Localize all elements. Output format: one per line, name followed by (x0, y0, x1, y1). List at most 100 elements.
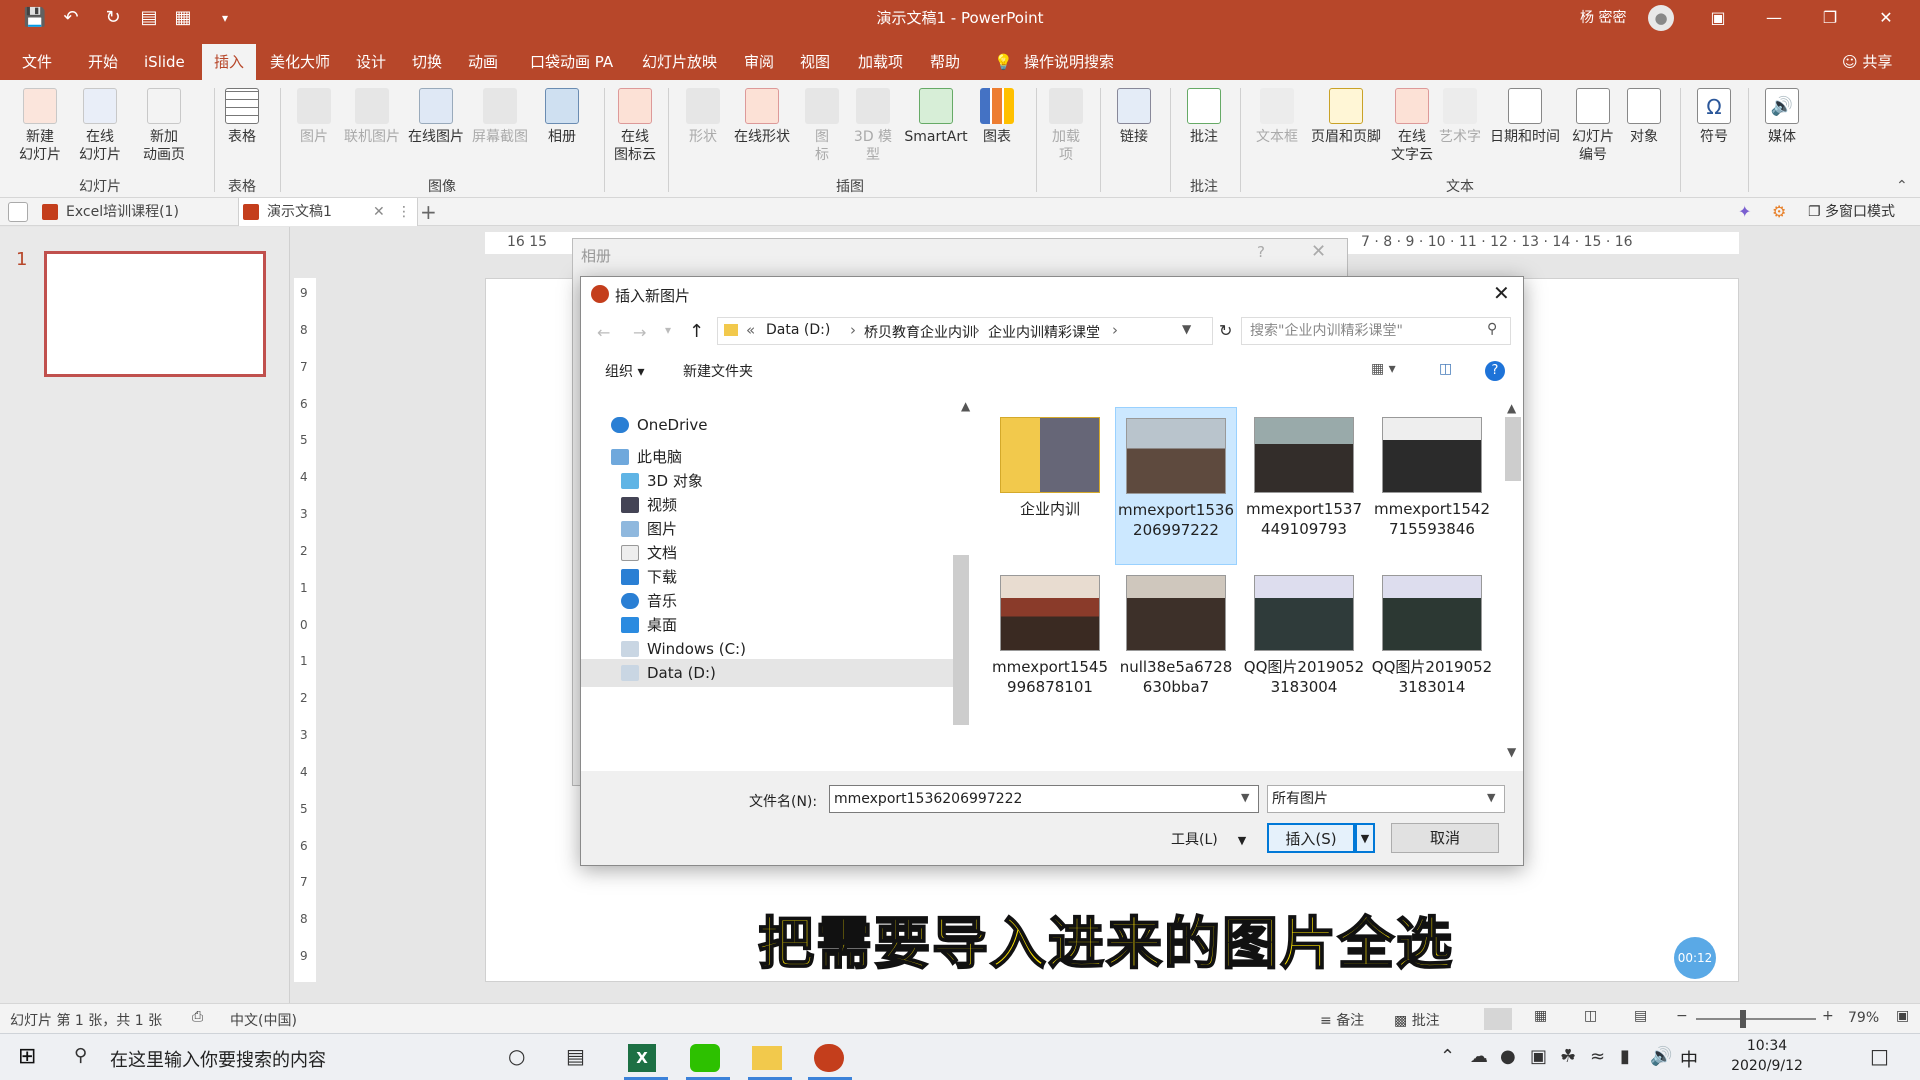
close-icon[interactable]: ✕ (1858, 0, 1914, 36)
recent-dropdown-icon[interactable]: ▾ (665, 323, 671, 337)
tab-slideshow[interactable]: 幻灯片放映 (636, 44, 723, 80)
file-item[interactable]: mmexport1537449109793 (1243, 417, 1365, 539)
notification-icon[interactable]: □ (1870, 1044, 1889, 1068)
symbol-button[interactable]: Ω 符号 (1690, 88, 1738, 146)
file-item[interactable]: mmexport1542715593846 (1371, 417, 1493, 539)
close-icon[interactable]: ✕ (1493, 281, 1510, 305)
tab-review[interactable]: 审阅 (738, 44, 780, 80)
screenshot-button[interactable]: 屏幕截图 (468, 88, 532, 146)
file-item[interactable]: null38e5a6728630bba7 (1115, 575, 1237, 697)
help-icon[interactable]: ? (1485, 361, 1505, 381)
scroll-down-icon[interactable]: ▼ (1507, 745, 1516, 759)
comments-button[interactable]: ▩ 批注 (1394, 1010, 1440, 1030)
slideshow-icon[interactable]: ▤ (1634, 1008, 1647, 1024)
online-icon-button[interactable]: 在线 图标云 (612, 88, 658, 164)
clock-time[interactable]: 10:34 (1722, 1038, 1812, 1054)
addins-button[interactable]: 加载 项 (1044, 88, 1088, 164)
zoom-level[interactable]: 79% (1848, 1010, 1879, 1026)
online-slide-button[interactable]: 在线 幻灯片 (70, 88, 130, 164)
tab-view[interactable]: 视图 (794, 44, 836, 80)
powerpoint-taskbar-icon[interactable] (814, 1044, 844, 1072)
excel-icon[interactable]: X (628, 1044, 656, 1072)
help-icon[interactable]: ? (1257, 243, 1265, 261)
new-folder-button[interactable]: 新建文件夹 (683, 361, 753, 381)
tree-onedrive[interactable]: OneDrive (581, 411, 708, 439)
tab-beautify[interactable]: 美化大师 (264, 44, 336, 80)
zoom-slider-thumb[interactable] (1740, 1010, 1747, 1028)
organize-button[interactable]: 组织 ▾ (605, 361, 644, 381)
smartart-button[interactable]: SmartArt (900, 88, 972, 146)
tab-design[interactable]: 设计 (350, 44, 392, 80)
clock-date[interactable]: 2020/9/12 (1722, 1058, 1812, 1074)
tab-islide[interactable]: iSlide (138, 44, 191, 80)
collapse-ribbon-icon[interactable]: ⌃ (1896, 178, 1908, 194)
insert-button[interactable]: 插入(S) (1267, 823, 1355, 853)
online-picture-button[interactable]: 在线图片 (404, 88, 468, 146)
taskbar-search-input[interactable]: 在这里输入你要搜索的内容 (110, 1046, 326, 1072)
tell-me-search[interactable]: 操作说明搜索 (1018, 44, 1120, 80)
share-button[interactable]: ☺ 共享 (1836, 44, 1898, 80)
new-slide-button[interactable]: 新建 幻灯片 (10, 88, 70, 164)
tree-scrollbar[interactable] (953, 555, 969, 725)
ribbon-display-icon[interactable]: ▣ (1690, 0, 1746, 36)
close-icon[interactable]: ✕ (1311, 241, 1326, 262)
new-tab-icon[interactable]: + (420, 198, 437, 226)
preview-pane-icon[interactable]: ◫ (1439, 361, 1452, 377)
home-tab-icon[interactable] (8, 202, 28, 222)
tools-button[interactable]: 工具(L) ▼ (1171, 829, 1246, 849)
tab-insert[interactable]: 插入 (202, 44, 257, 80)
windows-start-icon[interactable]: ⊞ (18, 1044, 36, 1069)
normal-view-icon[interactable] (1484, 1008, 1512, 1030)
qq-icon[interactable]: ☘ (1560, 1046, 1576, 1067)
table-button[interactable]: 表格 (218, 88, 266, 146)
chart-button[interactable]: 图表 (974, 88, 1020, 146)
tab-menu-icon[interactable]: ⋮ (397, 198, 411, 226)
tree-drive-d[interactable]: Data (D:) (581, 659, 955, 687)
refresh-icon[interactable]: ↻ (1219, 321, 1232, 340)
cloud-icon[interactable]: ☁ (1470, 1046, 1488, 1067)
shape-button[interactable]: 形状 (680, 88, 726, 146)
file-item-folder[interactable]: 企业内训 (989, 417, 1111, 519)
view-options-icon[interactable]: ▦ ▾ (1371, 361, 1396, 377)
slide-number-button[interactable]: 幻灯片 编号 (1566, 88, 1620, 164)
wechat-icon[interactable] (690, 1044, 720, 1072)
gear-icon[interactable]: ⚙ (1772, 202, 1792, 222)
multi-window-button[interactable]: ❐ 多窗口模式 (1808, 198, 1895, 226)
comment-button[interactable]: 批注 (1180, 88, 1228, 146)
tray-app-icon[interactable]: ▣ (1530, 1046, 1547, 1067)
tab-addins[interactable]: 加载项 (852, 44, 909, 80)
tray-chevron-icon[interactable]: ⌃ (1440, 1046, 1455, 1067)
wordart-button[interactable]: 艺术字 (1436, 88, 1484, 146)
online-shape-button[interactable]: 在线形状 (730, 88, 794, 146)
file-item[interactable]: QQ图片20190523183014 (1371, 575, 1493, 697)
datetime-button[interactable]: 日期和时间 (1486, 88, 1564, 146)
fit-slide-icon[interactable]: ▣ (1896, 1008, 1909, 1024)
new-anim-page-button[interactable]: 新加 动画页 (132, 88, 196, 164)
object-button[interactable]: 对象 (1622, 88, 1666, 146)
cortana-icon[interactable]: ○ (508, 1044, 525, 1068)
online-text-button[interactable]: 在线 文字云 (1388, 88, 1436, 164)
avatar[interactable]: ● (1648, 5, 1674, 31)
breadcrumb-current[interactable]: 企业内训精彩课堂 (988, 322, 1100, 342)
header-footer-button[interactable]: 页眉和页脚 (1306, 88, 1386, 146)
forward-icon[interactable]: → (633, 323, 646, 342)
minimize-icon[interactable]: — (1746, 0, 1802, 36)
files-scrollbar[interactable] (1505, 417, 1521, 481)
address-bar[interactable]: « Data (D:) › 桥贝教育企业内训 › 企业内训精彩课堂 › ▼ (717, 317, 1213, 345)
tab-file[interactable]: 文件 (16, 44, 58, 80)
back-icon[interactable]: ← (597, 323, 610, 342)
file-item-selected[interactable]: mmexport1536206997222 (1115, 407, 1237, 565)
tab-animations[interactable]: 动画 (462, 44, 504, 80)
tab-pocket-animation[interactable]: 口袋动画 PA (524, 44, 619, 80)
wifi-icon[interactable]: ≈ (1590, 1046, 1605, 1067)
filename-input[interactable]: mmexport1536206997222 (829, 785, 1259, 813)
close-tab-icon[interactable]: ✕ (373, 198, 385, 226)
slide-sorter-icon[interactable]: ▦ (1534, 1008, 1547, 1024)
cancel-button[interactable]: 取消 (1391, 823, 1499, 853)
address-dropdown-icon[interactable]: ▼ (1182, 322, 1191, 336)
volume-icon[interactable]: 🔊 (1650, 1046, 1672, 1067)
file-explorer-icon[interactable] (752, 1046, 782, 1070)
scroll-up-icon[interactable]: ▲ (1507, 401, 1516, 415)
language-indicator[interactable]: 中文(中国) (230, 1010, 297, 1030)
icons-button[interactable]: 图 标 (800, 88, 844, 164)
